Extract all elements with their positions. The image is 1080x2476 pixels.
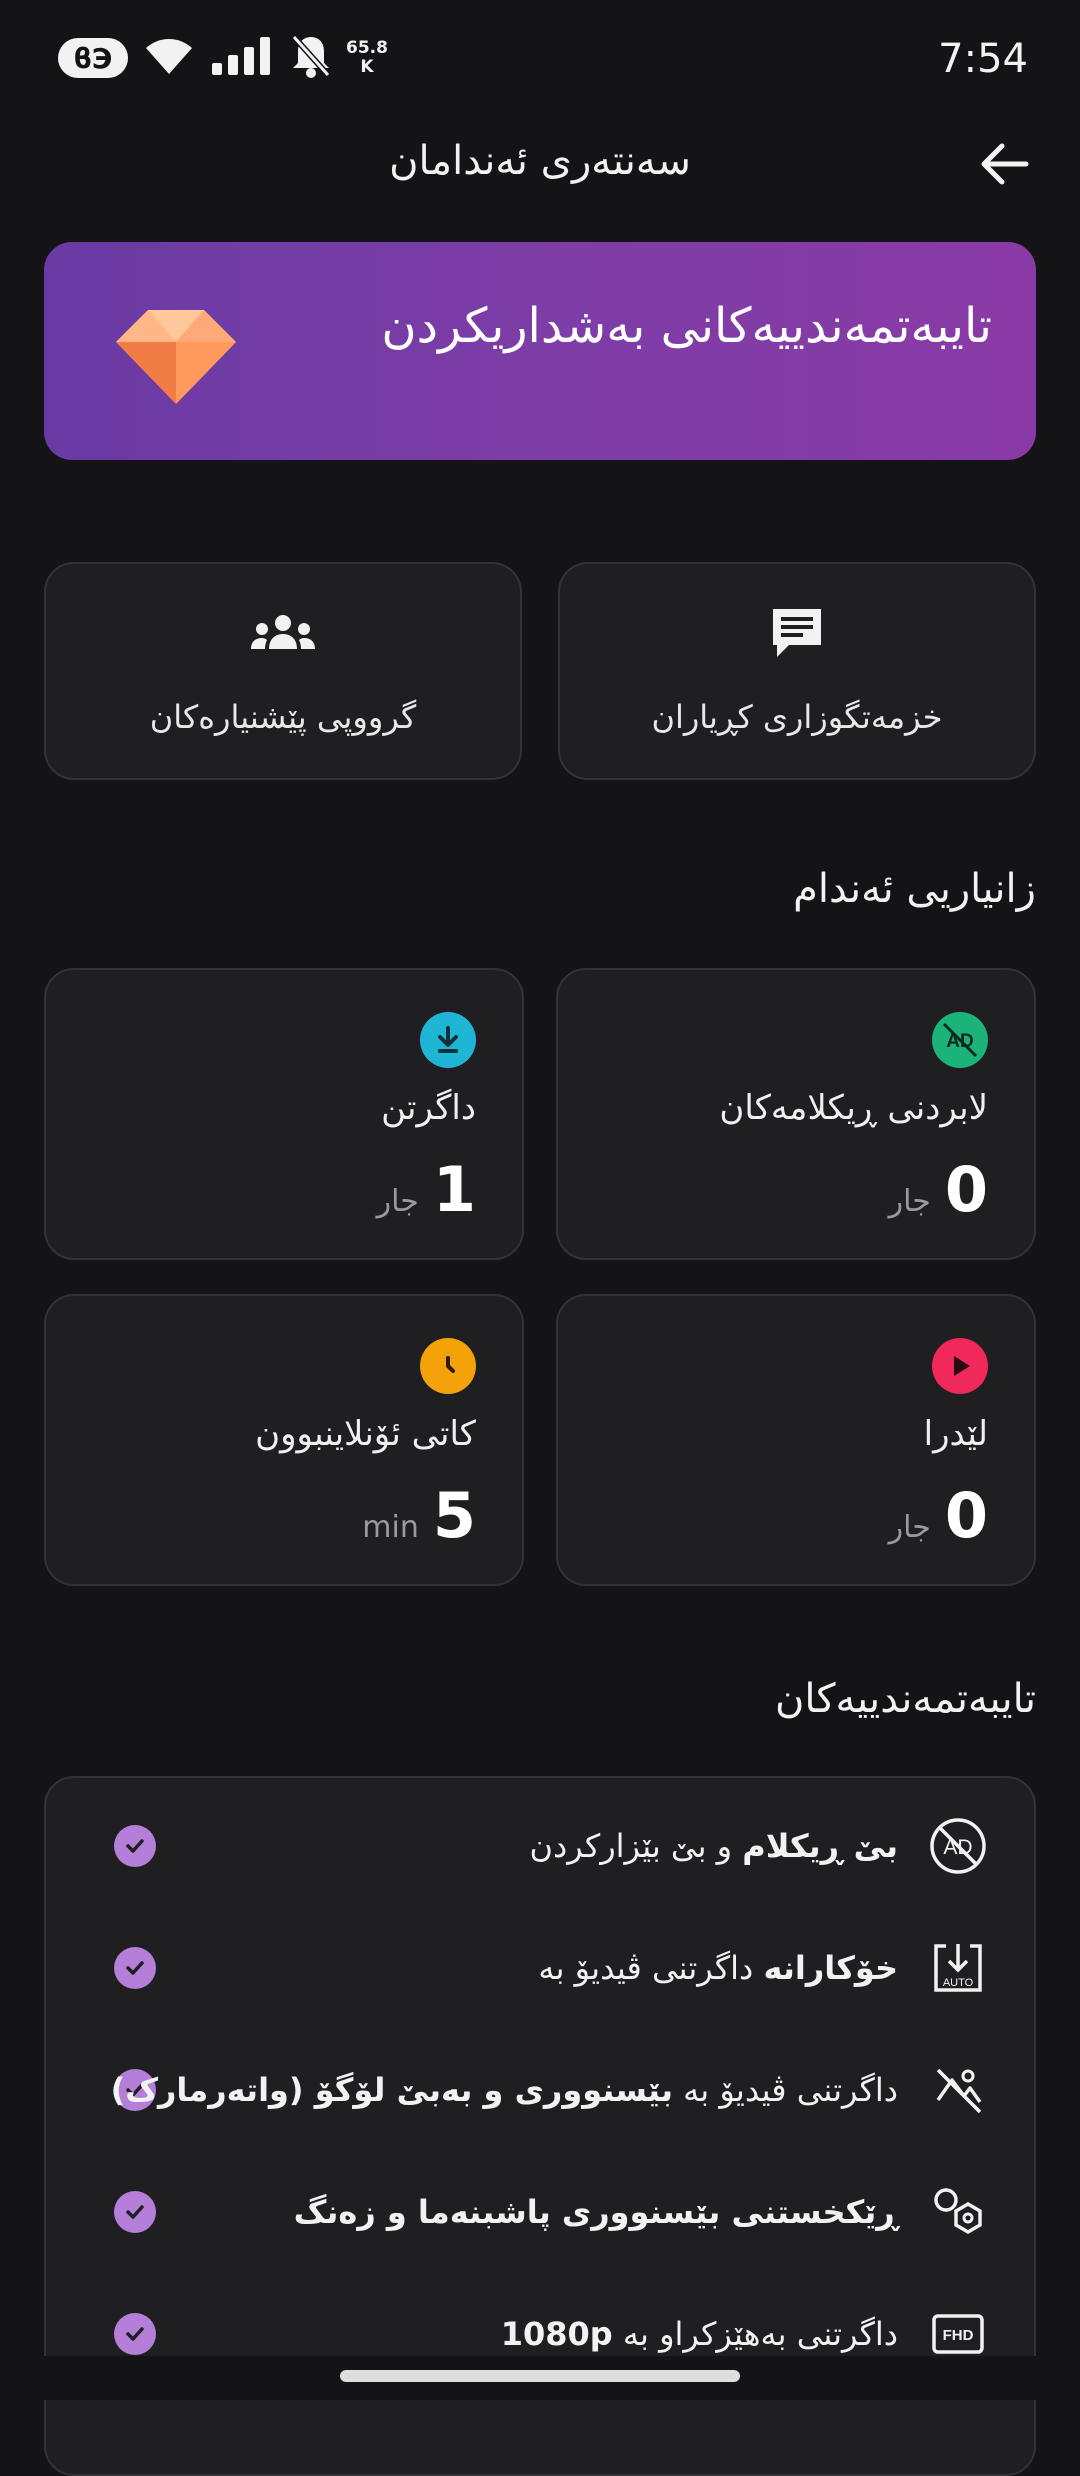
stat-unit: جار xyxy=(888,1510,931,1545)
member-info-title: زانیاریی ئەندام xyxy=(793,866,1036,912)
feature-row: داگرتنی ڤیدیۆ بە بێسنووری و بەبێ لۆگۆ (و… xyxy=(46,2050,1034,2130)
svg-text:FHD: FHD xyxy=(943,2327,974,2344)
stat-value: 0 xyxy=(944,1479,988,1552)
download-icon xyxy=(420,1012,476,1068)
stat-card-online-time: کاتی ئۆنلاینبوون min 5 xyxy=(44,1294,524,1586)
ad-off-icon: AD xyxy=(932,1012,988,1068)
feature-plain: داگرتنی ڤیدیۆ بە xyxy=(683,2071,898,2109)
stat-value: 5 xyxy=(432,1479,476,1552)
stat-label: لێدرا xyxy=(923,1414,988,1454)
stat-card-downloads: داگرتن جار 1 xyxy=(44,968,524,1260)
feature-bold: ڕێکخستنی بێسنووری پاشبنەما و زەنگ xyxy=(293,2193,898,2231)
feature-bold: بێ ڕیکلام xyxy=(742,1827,898,1865)
diamond-icon xyxy=(106,280,246,420)
stat-unit: جار xyxy=(888,1184,931,1219)
clock-icon xyxy=(420,1338,476,1394)
feature-row: خۆکارانە داگرتنی ڤیدیۆ بە AUTO xyxy=(46,1928,1034,2008)
chat-icon xyxy=(767,603,827,667)
group-icon xyxy=(250,611,316,659)
page-title: سەنتەری ئەندامان xyxy=(389,138,691,184)
check-icon xyxy=(114,2191,156,2233)
suggestion-group-card[interactable]: گرووپی پێشنیارەکان xyxy=(44,562,522,780)
stat-label: لابردنی ڕیکلامەکان xyxy=(719,1088,988,1128)
stat-card-played: لێدرا جار 0 xyxy=(556,1294,1036,1586)
no-ads-icon: AD xyxy=(926,1814,990,1878)
svg-text:AUTO: AUTO xyxy=(943,1977,974,1989)
stat-value: 0 xyxy=(944,1153,988,1226)
feature-plain: داگرتنی ڤیدیۆ بە xyxy=(538,1949,754,1987)
sim-badge: ϐЭ xyxy=(58,38,128,78)
stat-label: کاتی ئۆنلاینبوون xyxy=(255,1414,476,1454)
customer-service-label: خزمەتگوزاری کڕیاران xyxy=(651,698,943,736)
back-button[interactable] xyxy=(968,130,1040,202)
stat-label: داگرتن xyxy=(381,1088,476,1128)
feature-plain: داگرتنی بەهێزکراو بە xyxy=(622,2315,898,2353)
feature-bold: 1080p xyxy=(500,2315,613,2353)
feature-bold: خۆکارانە xyxy=(763,1949,898,1987)
net-speed-unit: K xyxy=(360,57,374,77)
check-icon xyxy=(114,2313,156,2355)
stat-value: 1 xyxy=(432,1153,476,1226)
check-icon xyxy=(114,1947,156,1989)
play-icon xyxy=(932,1338,988,1394)
stat-card-ads-removed: AD لابردنی ڕیکلامەکان جار 0 xyxy=(556,968,1036,1260)
feature-row: بێ ڕیکلام و بێ بێزارکردن AD xyxy=(46,1806,1034,1886)
mute-bell-icon xyxy=(290,33,332,83)
membership-banner[interactable]: تایبەتمەندییەکانی بەشداریکردن xyxy=(44,242,1036,460)
status-time: 7:54 xyxy=(938,36,1028,82)
feature-plain: و بێ بێزارکردن xyxy=(529,1827,733,1865)
no-watermark-icon xyxy=(926,2058,990,2122)
home-indicator[interactable] xyxy=(340,2370,740,2382)
feature-bold: بێسنووری و بەبێ لۆگۆ (واتەرمارک) xyxy=(110,2071,673,2109)
signal-icon xyxy=(210,35,276,81)
customize-icon xyxy=(926,2180,990,2244)
status-icons: ϐЭ 65.8 K xyxy=(58,30,388,86)
net-speed-value: 65.8 xyxy=(346,38,388,58)
wifi-icon xyxy=(142,36,196,80)
stat-unit: جار xyxy=(376,1184,419,1219)
auto-download-icon: AUTO xyxy=(926,1936,990,2000)
arrow-back-icon xyxy=(978,140,1030,192)
features-title: تایبەتمەندییەکان xyxy=(774,1676,1036,1722)
customer-service-card[interactable]: خزمەتگوزاری کڕیاران xyxy=(558,562,1036,780)
banner-title: تایبەتمەندییەکانی بەشداریکردن xyxy=(381,298,992,354)
net-speed: 65.8 K xyxy=(346,39,388,77)
suggestion-group-label: گرووپی پێشنیارەکان xyxy=(149,698,417,736)
stat-unit: min xyxy=(362,1510,419,1545)
feature-row: ڕێکخستنی بێسنووری پاشبنەما و زەنگ xyxy=(46,2172,1034,2252)
status-bar: ϐЭ 65.8 K 7:54 xyxy=(0,0,1080,120)
check-icon xyxy=(114,1825,156,1867)
